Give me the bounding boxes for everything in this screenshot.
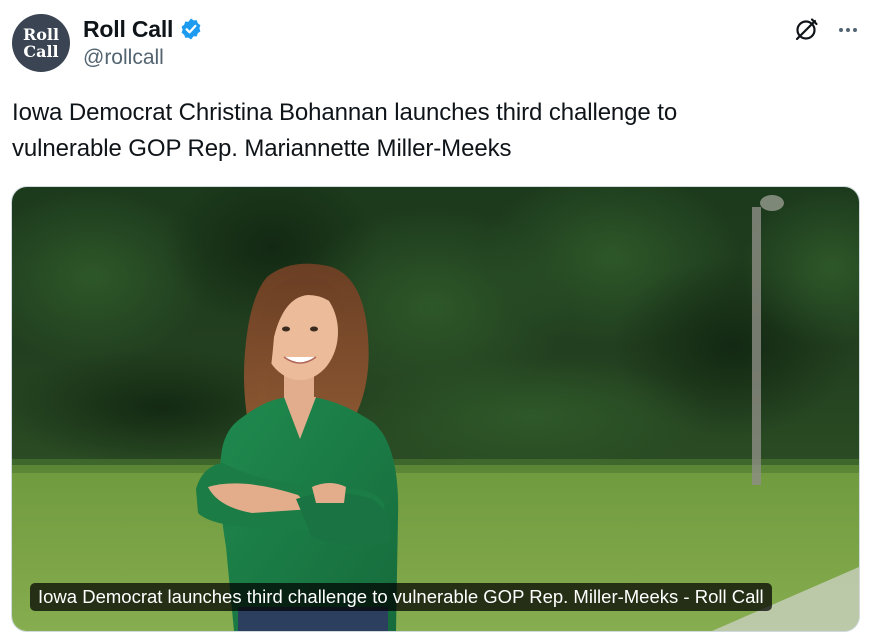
verified-badge-icon[interactable] <box>179 17 203 41</box>
more-options-icon[interactable] <box>834 16 862 44</box>
avatar-text-line2: Call <box>23 42 59 61</box>
grok-icon[interactable] <box>792 16 820 44</box>
avatar[interactable]: Roll Call <box>12 14 70 72</box>
tweet-text: Iowa Democrat Christina Bohannan launche… <box>12 95 852 167</box>
tweet-text-line1: Iowa Democrat Christina Bohannan launche… <box>12 99 678 126</box>
display-name[interactable]: Roll Call <box>83 16 173 43</box>
author-name-row: Roll Call <box>83 14 203 44</box>
card-image <box>12 187 859 631</box>
link-card[interactable]: Iowa Democrat launches third challenge t… <box>11 186 860 632</box>
tweet-text-line2: vulnerable GOP Rep. Mariannette Miller-M… <box>12 135 512 162</box>
author-handle[interactable]: @rollcall <box>83 46 164 70</box>
tweet: Roll Call Roll Call @rollcall Iowa Democ… <box>0 0 870 638</box>
card-title: Iowa Democrat launches third challenge t… <box>30 583 772 611</box>
avatar-text-line1: Roll <box>22 25 60 44</box>
